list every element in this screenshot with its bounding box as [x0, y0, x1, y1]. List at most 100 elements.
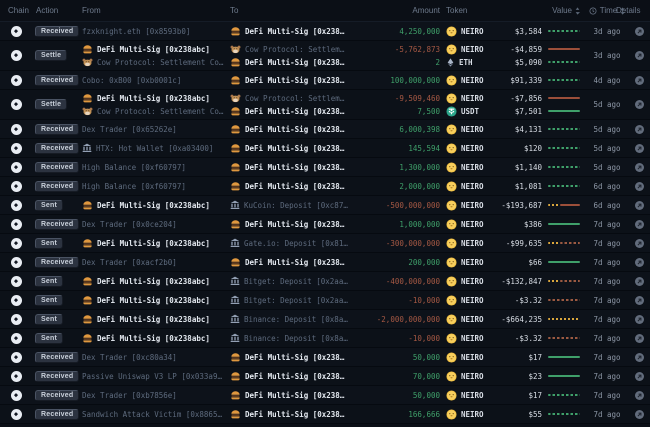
- table-row[interactable]: ◆ReceivedHigh Balance [0xf60797]DeFi Mul…: [0, 158, 650, 177]
- ethereum-chain-icon[interactable]: ◆: [11, 276, 22, 287]
- table-row[interactable]: ◆ReceivedSandwich Attack Victim [0x8865b…: [0, 405, 650, 424]
- table-row[interactable]: ◆Receivedfzxknight.eth [0x8593b0]DeFi Mu…: [0, 22, 650, 41]
- entity-link[interactable]: DeFi Multi-Sig [0x238abc]: [230, 408, 348, 421]
- entity-link[interactable]: DeFi Multi-Sig [0x238abc]: [230, 25, 348, 38]
- details-icon[interactable]: [635, 144, 644, 153]
- ethereum-chain-icon[interactable]: ◆: [11, 50, 22, 61]
- details-icon[interactable]: [635, 353, 644, 362]
- token-entry[interactable]: NEIRO: [446, 142, 484, 155]
- table-row[interactable]: ◆ReceivedHigh Balance [0xf60797]DeFi Mul…: [0, 177, 650, 196]
- details-icon[interactable]: [635, 125, 644, 134]
- entity-link[interactable]: Cow Protocol: Settlement Contra…: [82, 56, 226, 69]
- entity-link[interactable]: Sandwich Attack Victim [0x8865bf]: [82, 408, 226, 421]
- table-row[interactable]: ◆SentDeFi Multi-Sig [0x238abc]Binance: D…: [0, 310, 650, 329]
- token-entry[interactable]: NEIRO: [446, 123, 484, 136]
- entity-link[interactable]: Binance: Deposit [0x8ac883]: [230, 313, 348, 326]
- ethereum-chain-icon[interactable]: ◆: [11, 200, 22, 211]
- ethereum-chain-icon[interactable]: ◆: [11, 409, 22, 420]
- entity-link[interactable]: DeFi Multi-Sig [0x238abc]: [82, 237, 210, 250]
- entity-link[interactable]: DeFi Multi-Sig [0x238abc]: [230, 105, 348, 118]
- table-row[interactable]: ◆ReceivedDex Trader [0x65262e]DeFi Multi…: [0, 120, 650, 139]
- token-entry[interactable]: NEIRO: [446, 256, 484, 269]
- token-entry[interactable]: NEIRO: [446, 180, 484, 193]
- details-icon[interactable]: [635, 201, 644, 210]
- entity-link[interactable]: DeFi Multi-Sig [0x238abc]: [82, 294, 210, 307]
- entity-link[interactable]: DeFi Multi-Sig [0x238abc]: [82, 275, 210, 288]
- ethereum-chain-icon[interactable]: ◆: [11, 333, 22, 344]
- details-icon[interactable]: [635, 410, 644, 419]
- entity-link[interactable]: DeFi Multi-Sig [0x238abc]: [230, 180, 348, 193]
- entity-link[interactable]: DeFi Multi-Sig [0x238abc]: [230, 389, 348, 402]
- entity-link[interactable]: KuCoin: Deposit [0xc870ed]: [230, 199, 348, 212]
- details-icon[interactable]: [635, 76, 644, 85]
- entity-link[interactable]: DeFi Multi-Sig [0x238abc]: [82, 313, 210, 326]
- token-entry[interactable]: NEIRO: [446, 313, 484, 326]
- ethereum-chain-icon[interactable]: ◆: [11, 295, 22, 306]
- details-icon[interactable]: [635, 100, 644, 109]
- ethereum-chain-icon[interactable]: ◆: [11, 143, 22, 154]
- table-row[interactable]: ◆SettleDeFi Multi-Sig [0x238abc]Cow Prot…: [0, 90, 650, 120]
- entity-link[interactable]: DeFi Multi-Sig [0x238abc]: [82, 332, 210, 345]
- table-row[interactable]: ◆ReceivedCobo: 0xB00 [0xb0001c]DeFi Mult…: [0, 71, 650, 90]
- entity-link[interactable]: DeFi Multi-Sig [0x238abc]: [82, 92, 210, 105]
- entity-link[interactable]: Dex Trader [0x65262e]: [82, 123, 177, 136]
- token-entry[interactable]: NEIRO: [446, 332, 484, 345]
- entity-link[interactable]: DeFi Multi-Sig [0x238abc]: [230, 161, 348, 174]
- token-entry[interactable]: NEIRO: [446, 389, 484, 402]
- details-icon[interactable]: [635, 182, 644, 191]
- ethereum-chain-icon[interactable]: ◆: [11, 124, 22, 135]
- entity-link[interactable]: Gate.io: Deposit [0x81fbb8]: [230, 237, 348, 250]
- table-row[interactable]: ◆ReceivedHTX: Hot Wallet [0xa03400]DeFi …: [0, 139, 650, 158]
- entity-link[interactable]: Dex Trader [0x0ce204]: [82, 218, 177, 231]
- token-entry[interactable]: NEIRO: [446, 199, 484, 212]
- ethereum-chain-icon[interactable]: ◆: [11, 162, 22, 173]
- details-icon[interactable]: [635, 27, 644, 36]
- token-entry[interactable]: NEIRO: [446, 74, 484, 87]
- token-entry[interactable]: NEIRO: [446, 237, 484, 250]
- details-icon[interactable]: [635, 163, 644, 172]
- entity-link[interactable]: fzxknight.eth [0x8593b0]: [82, 25, 190, 38]
- ethereum-chain-icon[interactable]: ◆: [11, 219, 22, 230]
- token-entry[interactable]: NEIRO: [446, 275, 484, 288]
- ethereum-chain-icon[interactable]: ◆: [11, 257, 22, 268]
- token-entry[interactable]: NEIRO: [446, 161, 484, 174]
- ethereum-chain-icon[interactable]: ◆: [11, 75, 22, 86]
- ethereum-chain-icon[interactable]: ◆: [11, 371, 22, 382]
- details-icon[interactable]: [635, 334, 644, 343]
- entity-link[interactable]: High Balance [0xf60797]: [82, 161, 186, 174]
- table-row[interactable]: ◆ReceivedDex Trader [0xc80a34]DeFi Multi…: [0, 348, 650, 367]
- details-icon[interactable]: [635, 220, 644, 229]
- entity-link[interactable]: Cow Protocol: Settlement Contra…: [82, 105, 226, 118]
- entity-link[interactable]: DeFi Multi-Sig [0x238abc]: [230, 218, 348, 231]
- entity-link[interactable]: Dex Trader [0xacf2b0]: [82, 256, 177, 269]
- table-row[interactable]: ◆ReceivedDex Trader [0x0ce204]DeFi Multi…: [0, 215, 650, 234]
- token-entry[interactable]: NEIRO: [446, 408, 484, 421]
- entity-link[interactable]: DeFi Multi-Sig [0x238abc]: [230, 142, 348, 155]
- entity-link[interactable]: Cow Protocol: Settlement Contra…: [230, 92, 348, 105]
- token-entry[interactable]: NEIRO: [446, 92, 484, 105]
- details-icon[interactable]: [635, 391, 644, 400]
- token-entry[interactable]: NEIRO: [446, 294, 484, 307]
- ethereum-chain-icon[interactable]: ◆: [11, 352, 22, 363]
- entity-link[interactable]: Dex Trader [0xb7856e]: [82, 389, 177, 402]
- table-row[interactable]: ◆SentDeFi Multi-Sig [0x238abc]Gate.io: D…: [0, 234, 650, 253]
- table-row[interactable]: ◆SentDeFi Multi-Sig [0x238abc]Bitget: De…: [0, 272, 650, 291]
- ethereum-chain-icon[interactable]: ◆: [11, 99, 22, 110]
- table-row[interactable]: ◆SentDeFi Multi-Sig [0x238abc]Binance: D…: [0, 329, 650, 348]
- entity-link[interactable]: DeFi Multi-Sig [0x238abc]: [82, 199, 210, 212]
- details-icon[interactable]: [635, 296, 644, 305]
- details-icon[interactable]: [635, 315, 644, 324]
- ethereum-chain-icon[interactable]: ◆: [11, 314, 22, 325]
- details-icon[interactable]: [635, 277, 644, 286]
- token-entry[interactable]: ETH: [446, 56, 473, 69]
- details-icon[interactable]: [635, 239, 644, 248]
- token-entry[interactable]: NEIRO: [446, 351, 484, 364]
- token-entry[interactable]: NEIRO: [446, 218, 484, 231]
- entity-link[interactable]: Bitget: Deposit [0x2aa6d6]: [230, 275, 348, 288]
- entity-link[interactable]: Bitget: Deposit [0x2aa6d6]: [230, 294, 348, 307]
- entity-link[interactable]: DeFi Multi-Sig [0x238abc]: [230, 123, 348, 136]
- details-icon[interactable]: [635, 372, 644, 381]
- entity-link[interactable]: Dex Trader [0xc80a34]: [82, 351, 177, 364]
- table-row[interactable]: ◆SentDeFi Multi-Sig [0x238abc]KuCoin: De…: [0, 196, 650, 215]
- table-row[interactable]: ◆ReceivedDex Trader [0xb7856e]DeFi Multi…: [0, 386, 650, 405]
